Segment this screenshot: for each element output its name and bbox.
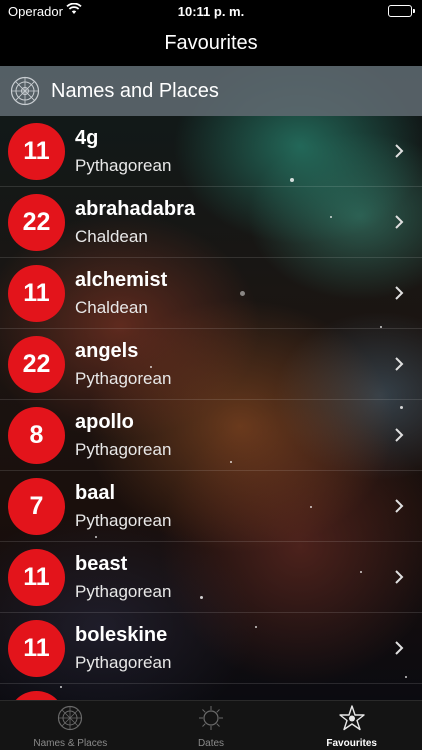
number-badge: 11: [8, 265, 65, 322]
number-badge: 11: [8, 549, 65, 606]
section-header: Names and Places: [0, 66, 422, 116]
chevron-right-icon: [394, 214, 404, 235]
chevron-right-icon: [394, 356, 404, 377]
item-system: Chaldean: [75, 298, 148, 317]
number-badge: 8: [8, 407, 65, 464]
tab-bar: Names & Places Dates Favourites: [0, 700, 422, 750]
chevron-right-icon: [394, 427, 404, 448]
sun-icon: [198, 705, 224, 731]
chevron-right-icon: [394, 285, 404, 306]
tab-label: Dates: [197, 738, 225, 749]
item-name: 4g: [75, 127, 99, 149]
list-item[interactable]: 11 alchemist Chaldean: [0, 258, 422, 329]
tab-dates[interactable]: Dates: [141, 701, 282, 750]
item-name: abrahadabra: [75, 198, 196, 220]
chevron-right-icon: [394, 640, 404, 661]
number-badge: 11: [8, 620, 65, 677]
list-item[interactable]: 11 beast Pythagorean: [0, 542, 422, 613]
list-item[interactable]: 22 angels Pythagorean: [0, 329, 422, 400]
number-badge: 7: [8, 478, 65, 535]
battery-icon: [388, 5, 415, 17]
item-system: Pythagorean: [75, 156, 172, 175]
item-system: Chaldean: [75, 227, 148, 246]
tab-label: Names & Places: [33, 738, 108, 749]
item-system: Pythagorean: [75, 440, 172, 459]
item-name: apollo: [75, 411, 134, 433]
mandala-icon: [10, 76, 40, 106]
item-name: angels: [75, 340, 139, 362]
item-system: Pythagorean: [75, 369, 172, 388]
number-badge: [8, 691, 65, 700]
chevron-right-icon: [394, 143, 404, 164]
star-icon: [338, 705, 365, 731]
navigation-bar: Favourites: [0, 24, 422, 66]
section-title: Names and Places: [51, 79, 219, 102]
tab-names-places[interactable]: Names & Places: [0, 701, 141, 750]
favourites-rows: 11 4g Pythagorean 22 abrahadabra Chaldea…: [0, 116, 422, 700]
mandala-icon: [57, 705, 83, 731]
list-item[interactable]: 22 abrahadabra Chaldean: [0, 187, 422, 258]
tab-label: Favourites: [326, 738, 377, 749]
number-badge: 11: [8, 123, 65, 180]
list-item[interactable]: 8 apollo Pythagorean: [0, 400, 422, 471]
list-item[interactable]: 11 boleskine Pythagorean: [0, 613, 422, 684]
item-name: beast: [75, 553, 128, 575]
list-item[interactable]: 7 baal Pythagorean: [0, 471, 422, 542]
status-bar: Operador 10:11 p. m.: [0, 0, 422, 24]
list-item-partial[interactable]: [0, 684, 422, 700]
number-badge: 22: [8, 194, 65, 251]
item-name: boleskine: [75, 624, 168, 646]
list-item[interactable]: 11 4g Pythagorean: [0, 116, 422, 187]
favourites-list[interactable]: Names and Places 11 4g Pythagorean 22 ab…: [0, 66, 422, 700]
page-title: Favourites: [164, 32, 258, 54]
item-system: Pythagorean: [75, 511, 172, 530]
item-system: Pythagorean: [75, 653, 172, 672]
item-name: alchemist: [75, 269, 168, 291]
chevron-right-icon: [394, 569, 404, 590]
number-badge: 22: [8, 336, 65, 393]
chevron-right-icon: [394, 498, 404, 519]
tab-favourites[interactable]: Favourites: [281, 701, 422, 750]
item-name: baal: [75, 482, 116, 504]
clock: 10:11 p. m.: [177, 4, 245, 19]
item-system: Pythagorean: [75, 582, 172, 601]
